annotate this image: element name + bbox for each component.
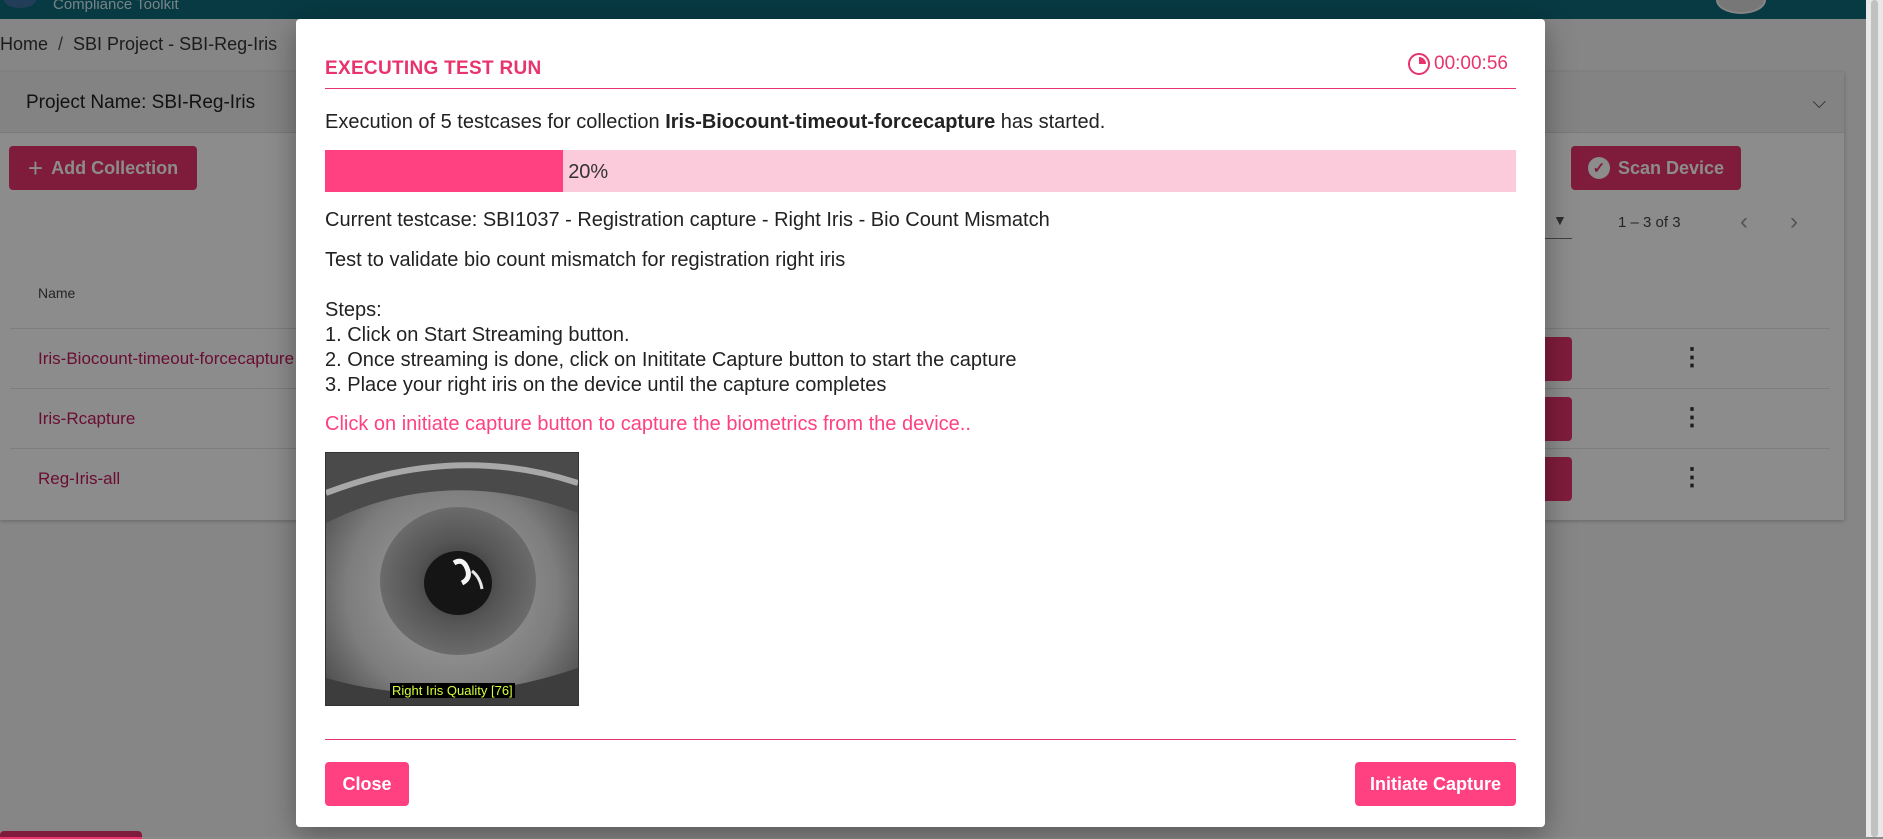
steps-block: Steps: 1. Click on Start Streaming butto… (325, 298, 1016, 398)
scrollbar-thumb[interactable] (1871, 0, 1878, 837)
intro-prefix: Execution of 5 testcases for collection (325, 111, 666, 133)
timer-icon (1408, 53, 1430, 75)
dialog-title: EXECUTING TEST RUN (325, 58, 542, 79)
iris-image-graphic (326, 453, 578, 705)
steps-heading: Steps: (325, 299, 382, 321)
step-item: 3. Place your right iris on the device u… (325, 374, 887, 396)
intro-collection-name: Iris-Biocount-timeout-forcecapture (665, 111, 996, 133)
step-item: 1. Click on Start Streaming button. (325, 324, 630, 346)
timer-value: 00:00:56 (1434, 53, 1508, 74)
iris-quality-label: Right Iris Quality [76] (390, 683, 515, 698)
progress-percent: 20% (568, 161, 609, 183)
progress-bar: 20% (325, 150, 1516, 192)
footer-divider (325, 739, 1516, 740)
intro-suffix: has started. (995, 111, 1106, 133)
title-divider (325, 88, 1516, 89)
step-item: 2. Once streaming is done, click on Init… (325, 349, 1017, 371)
close-button[interactable]: Close (325, 762, 409, 806)
initiate-capture-button[interactable]: Initiate Capture (1355, 762, 1516, 806)
execution-message: Execution of 5 testcases for collection … (325, 111, 1105, 134)
testcase-description: Test to validate bio count mismatch for … (325, 249, 846, 271)
capture-hint: Click on initiate capture button to capt… (325, 413, 971, 435)
progress-bar-fill (325, 150, 564, 192)
current-testcase: Current testcase: SBI1037 - Registration… (325, 209, 1050, 231)
test-run-dialog: EXECUTING TEST RUN 00:00:56 Execution of… (296, 19, 1545, 827)
iris-capture-image: Right Iris Quality [76] (325, 452, 579, 706)
page-scrollbar[interactable] (1866, 0, 1883, 837)
elapsed-timer: 00:00:56 (1408, 53, 1508, 75)
